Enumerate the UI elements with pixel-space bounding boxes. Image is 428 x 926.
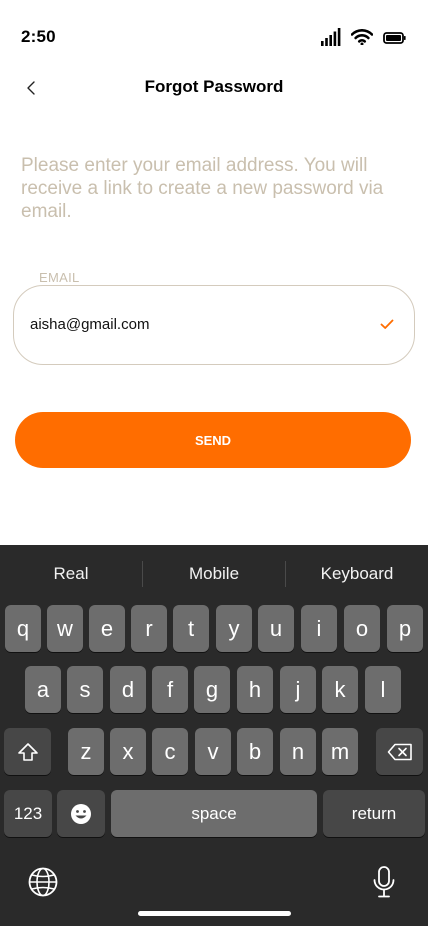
navigation-bar: Forgot Password xyxy=(0,70,428,106)
suggestion-item[interactable]: Mobile xyxy=(143,545,285,603)
key-h[interactable]: h xyxy=(237,666,273,713)
status-bar: 2:50 xyxy=(0,0,428,70)
key-g[interactable]: g xyxy=(194,666,230,713)
shift-icon xyxy=(17,742,38,761)
key-z[interactable]: z xyxy=(68,728,104,775)
key-q[interactable]: q xyxy=(5,605,41,652)
backspace-icon xyxy=(387,743,412,760)
emoji-key[interactable] xyxy=(57,790,105,837)
key-o[interactable]: o xyxy=(344,605,380,652)
key-s[interactable]: s xyxy=(67,666,103,713)
key-e[interactable]: e xyxy=(89,605,125,652)
home-indicator xyxy=(138,911,291,916)
status-icons xyxy=(321,28,406,51)
numbers-key[interactable]: 123 xyxy=(4,790,52,837)
key-b[interactable]: b xyxy=(237,728,273,775)
suggestion-item[interactable]: Real xyxy=(0,545,142,603)
microphone-icon[interactable] xyxy=(372,865,396,904)
key-n[interactable]: n xyxy=(280,728,316,775)
check-icon xyxy=(380,317,394,335)
key-j[interactable]: j xyxy=(280,666,316,713)
key-d[interactable]: d xyxy=(110,666,146,713)
battery-icon xyxy=(383,31,406,49)
key-k[interactable]: k xyxy=(322,666,358,713)
key-f[interactable]: f xyxy=(152,666,188,713)
key-u[interactable]: u xyxy=(258,605,294,652)
key-t[interactable]: t xyxy=(173,605,209,652)
emoji-icon xyxy=(71,803,91,824)
suggestion-bar: Real Mobile Keyboard xyxy=(0,545,428,603)
email-label: EMAIL xyxy=(39,270,80,285)
suggestion-item[interactable]: Keyboard xyxy=(286,545,428,603)
return-key[interactable]: return xyxy=(323,790,425,837)
email-field[interactable]: aisha@gmail.com xyxy=(13,285,415,365)
key-p[interactable]: p xyxy=(387,605,423,652)
instructions-text: Please enter your email address. You wil… xyxy=(21,155,384,222)
key-v[interactable]: v xyxy=(195,728,231,775)
page-title: Forgot Password xyxy=(144,77,284,96)
globe-icon[interactable] xyxy=(27,866,59,903)
key-c[interactable]: c xyxy=(152,728,188,775)
key-m[interactable]: m xyxy=(322,728,358,775)
signal-icon xyxy=(321,28,341,51)
wifi-icon xyxy=(350,29,374,50)
key-x[interactable]: x xyxy=(110,728,146,775)
key-l[interactable]: l xyxy=(365,666,401,713)
key-y[interactable]: y xyxy=(216,605,252,652)
backspace-key[interactable] xyxy=(376,728,423,775)
status-time: 2:50 xyxy=(21,27,56,46)
keyboard: Real Mobile Keyboard q w e r t y u i o p… xyxy=(0,545,428,926)
key-a[interactable]: a xyxy=(25,666,61,713)
key-i[interactable]: i xyxy=(301,605,337,652)
shift-key[interactable] xyxy=(4,728,51,775)
key-w[interactable]: w xyxy=(47,605,83,652)
email-value: aisha@gmail.com xyxy=(30,316,150,333)
key-r[interactable]: r xyxy=(131,605,167,652)
send-button[interactable]: SEND xyxy=(15,412,411,468)
space-key[interactable]: space xyxy=(111,790,317,837)
